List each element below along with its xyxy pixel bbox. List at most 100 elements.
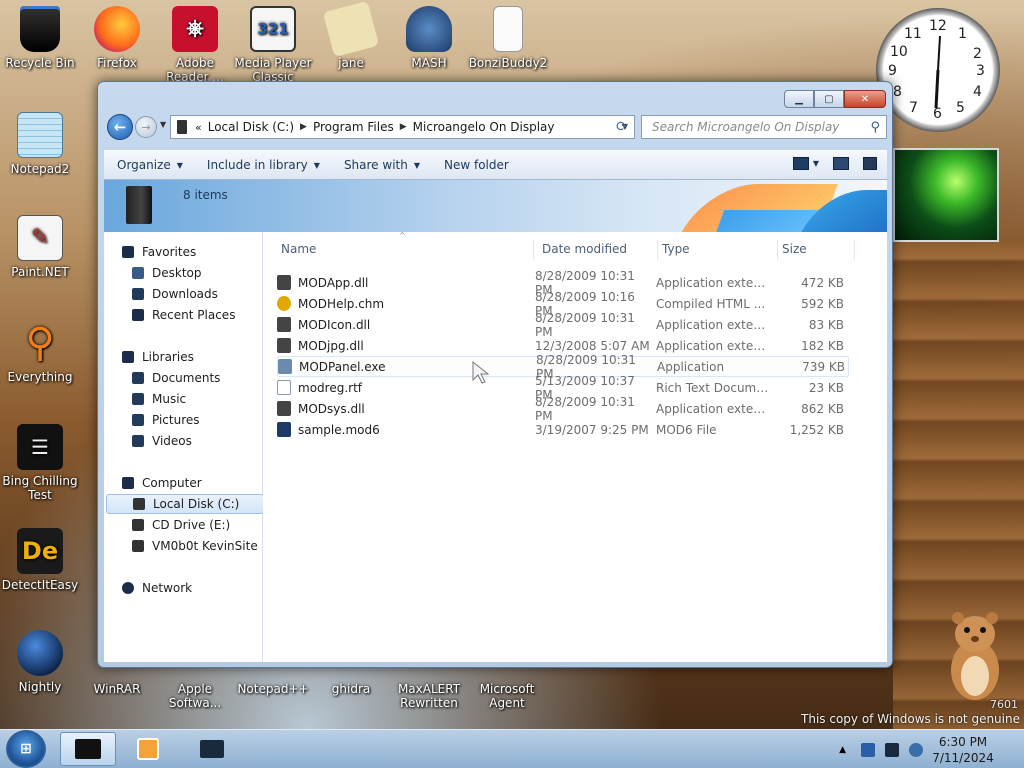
help-icon[interactable] [863,157,877,170]
desktop-icon-adobe-reader[interactable]: ⎈ Adobe Reader ... [155,6,235,84]
chevron-down-icon: ▼ [313,160,320,170]
videos-icon [132,435,144,447]
file-type: Application [657,359,725,374]
desktop-icon-maxalert[interactable]: MaxALERT Rewritten [389,682,469,710]
nav-label: Documents [152,371,221,385]
back-button[interactable]: ← [107,114,133,140]
recycle-bin-icon [20,6,60,52]
file-size: 83 KB [808,317,844,332]
exe-file-icon [278,359,292,374]
minimize-button[interactable]: ▁ [784,90,814,108]
desktop-icon-microsoft-agent[interactable]: Microsoft Agent [467,682,547,710]
column-header-type[interactable]: Type [658,240,778,260]
network-tray-icon[interactable] [885,742,899,757]
recent-pages-dropdown[interactable]: ▼ [160,120,166,129]
everything-icon: ⚲ [25,320,55,366]
desktop-icon-notepad-plus-plus[interactable]: Notepad++ [233,682,313,696]
desktop-icon-firefox[interactable]: Firefox [77,6,157,70]
breadcrumb-local-disk[interactable]: Local Disk (C:) [208,120,294,134]
nav-local-disk[interactable]: Local Disk (C:) [106,494,264,514]
file-type: MOD6 File [656,422,717,437]
explorer-window: ▁ ▢ ✕ ← → ▼ « Local Disk (C:) ▶ Program … [97,81,893,668]
taskbar-app-button[interactable] [184,732,240,766]
address-bar[interactable]: « Local Disk (C:) ▶ Program Files ▶ Micr… [170,115,635,139]
search-placeholder: Search Microangelo On Display [652,120,840,134]
breadcrumb-program-files[interactable]: Program Files [313,120,394,134]
file-name: MODPanel.exe [299,359,386,374]
file-name: MODsys.dll [298,401,365,416]
file-name: MODHelp.chm [298,296,385,311]
desktop-icon-bonzibuddy[interactable]: BonziBuddy2 [468,6,548,70]
maximize-button[interactable]: ▢ [814,90,844,108]
desktop-icon-recycle-bin[interactable]: Recycle Bin [0,6,80,70]
refresh-icon[interactable]: ⟳ [616,119,628,135]
file-type: Application extens... [656,275,772,290]
nav-libraries[interactable]: Libraries [122,347,280,367]
nightly-icon [17,630,63,676]
desktop-icon-paint-net[interactable]: ✎ Paint.NET [0,215,80,279]
desktop-icon-everything[interactable]: ⚲ Everything [0,320,80,384]
nav-favorites[interactable]: Favorites [122,242,280,262]
organize-button[interactable]: Organize ▼ [104,158,195,172]
desktop-icon-media-player-classic[interactable]: 321 Media Player Classic [233,6,313,84]
chm-file-icon [277,296,291,311]
column-header-name[interactable]: Name [277,240,534,260]
slideshow-gadget[interactable] [893,148,999,242]
column-header-size[interactable]: Size [778,240,855,260]
close-button[interactable]: ✕ [844,90,886,108]
forward-button[interactable]: → [135,116,157,138]
breadcrumb-overflow[interactable]: « [195,121,202,134]
view-dropdown-icon[interactable]: ▼ [813,159,819,168]
desktop-icon-notepad2[interactable]: Notepad2 [0,112,80,176]
action-center-icon[interactable] [861,742,875,757]
desktop-icon-mash[interactable]: MASH [389,6,469,70]
new-folder-button[interactable]: New folder [432,158,521,172]
file-size: 23 KB [808,380,844,395]
clock-time: 6:30 PM [938,734,988,749]
file-row[interactable]: MODsys.dll 8/28/2009 10:31 PM Applicatio… [277,395,849,423]
bonzibuddy-icon [493,6,523,52]
start-button[interactable]: ⊞ [6,730,46,768]
item-count: 8 items [183,188,228,202]
show-hidden-icons-icon[interactable]: ▲ [839,745,846,755]
chevron-down-icon: ▼ [413,160,420,170]
desktop-icon-ghidra[interactable]: ghidra [311,682,391,696]
taskbar-clock[interactable]: 6:30 PM 7/11/2024 [928,734,998,766]
breadcrumb-microangelo[interactable]: Microangelo On Display [413,120,555,134]
mod6-file-icon [277,422,291,437]
taskbar-media-player-button[interactable] [120,732,176,766]
nav-computer[interactable]: Computer [122,473,280,493]
breadcrumb-separator-icon[interactable]: ▶ [300,122,307,132]
media-player-taskbar-icon [137,738,159,760]
explorer-taskbar-icon [75,739,101,759]
taskbar-explorer-button[interactable] [60,732,116,766]
share-with-button[interactable]: Share with ▼ [332,158,432,172]
file-date: 3/19/2007 9:25 PM [535,422,649,437]
preview-pane-icon[interactable] [833,157,849,170]
clock-date: 7/11/2024 [932,750,994,765]
documents-icon [132,372,144,384]
volume-icon[interactable] [909,742,923,757]
breadcrumb-separator-icon[interactable]: ▶ [400,122,407,132]
desktop-icon-winrar[interactable]: WinRAR [77,682,157,696]
caption-buttons: ▁ ▢ ✕ [784,90,886,108]
desktop-icon-detect-it-easy[interactable]: De DetectItEasy [0,528,80,592]
hamster-mascot-icon[interactable] [944,608,1006,704]
search-icon[interactable]: ⚲ [870,120,880,135]
file-name: modreg.rtf [298,380,362,395]
nav-network[interactable]: Network [122,578,280,598]
desktop-icon-jane[interactable]: jane [311,0,391,70]
notepad2-icon [17,112,63,158]
file-row[interactable]: sample.mod6 3/19/2007 9:25 PM MOD6 File … [277,419,849,440]
column-header-date-modified[interactable]: Date modified [538,240,658,260]
file-row[interactable]: MODIcon.dll 8/28/2009 10:31 PM Applicati… [277,311,849,339]
desktop-icon-apple-software-update[interactable]: Apple Softwa... [155,682,235,710]
desktop-icon-bing-chilling[interactable]: ☰ Bing Chilling Test [0,424,80,502]
nav-label: Favorites [142,245,197,259]
include-in-library-button[interactable]: Include in library ▼ [195,158,332,172]
clock-gadget[interactable]: 12 1 2 3 4 5 6 7 8 9 10 11 [876,8,1000,132]
desktop-icon-nightly[interactable]: Nightly [0,630,80,694]
search-input[interactable]: Search Microangelo On Display ⚲ [641,115,887,139]
change-view-icon[interactable] [792,157,809,170]
rtf-file-icon [277,380,291,395]
